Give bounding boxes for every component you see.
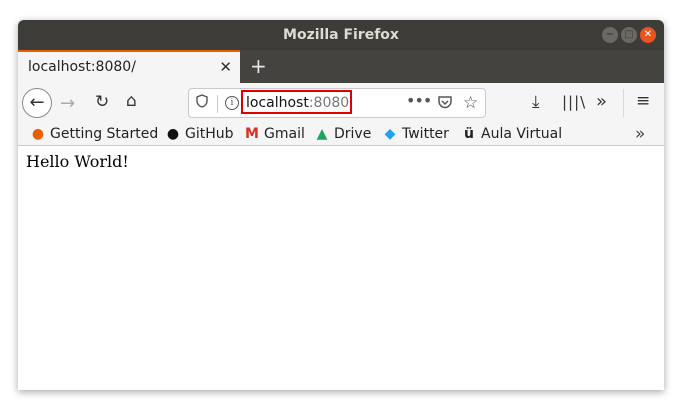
bookmark-twitter[interactable]: ◆ Twitter (382, 123, 449, 145)
tab-strip: localhost:8080/ ✕ + (18, 50, 664, 83)
gmail-icon: M (245, 126, 259, 142)
home-icon[interactable]: ⌂ (126, 91, 137, 111)
window-controls: − □ ✕ (602, 27, 656, 43)
window-title: Mozilla Firefox (283, 27, 399, 43)
tab-close-icon[interactable]: ✕ (219, 52, 232, 83)
bookmark-getting-started[interactable]: ● Getting Started (30, 123, 158, 145)
tab-localhost[interactable]: localhost:8080/ ✕ (18, 50, 240, 83)
new-tab-icon[interactable]: + (250, 50, 267, 83)
title-bar: Mozilla Firefox − □ ✕ (18, 20, 664, 50)
tab-label: localhost:8080/ (28, 59, 136, 75)
bookmark-label: Drive (334, 126, 372, 142)
bookmark-star-icon[interactable]: ☆ (463, 93, 478, 113)
bookmark-drive[interactable]: ▲ Drive (314, 123, 372, 145)
url-host: localhost (246, 95, 309, 111)
maximize-icon[interactable]: □ (621, 27, 637, 43)
bookmark-label: Gmail (264, 126, 305, 142)
navigation-toolbar: ← → ↻ ⌂ i localhost:8080 ••• ☆ ⤓ |||\ » … (18, 83, 664, 123)
toolbar-overflow-icon[interactable]: » (596, 91, 607, 112)
close-window-icon[interactable]: ✕ (640, 27, 656, 43)
url-port: :8080 (308, 95, 350, 111)
bookmark-label: Twitter (402, 126, 449, 142)
url-separator (217, 95, 218, 113)
bookmark-label: Aula Virtual (481, 126, 563, 142)
toolbar-separator (623, 89, 624, 117)
site-info-icon[interactable]: i (225, 96, 239, 110)
page-text: Hello World! (26, 152, 129, 171)
browser-window: Mozilla Firefox − □ ✕ localhost:8080/ ✕ … (18, 20, 664, 390)
aula-virtual-icon: ü (464, 126, 474, 142)
reload-icon[interactable]: ↻ (95, 92, 109, 112)
url-text[interactable]: localhost:8080 (246, 89, 349, 117)
url-bar[interactable]: i localhost:8080 ••• ☆ (188, 88, 486, 118)
drive-icon: ▲ (316, 126, 328, 142)
firefox-icon: ● (31, 126, 45, 142)
tracking-protection-icon[interactable] (196, 94, 208, 111)
library-icon[interactable]: |||\ (562, 93, 586, 111)
bookmark-gmail[interactable]: M Gmail (244, 123, 305, 145)
twitter-icon: ◆ (384, 126, 396, 142)
minimize-icon[interactable]: − (602, 27, 618, 43)
bookmarks-toolbar: ● Getting Started ● GitHub M Gmail ▲ Drive ◆… (18, 123, 664, 146)
bookmark-label: GitHub (185, 126, 234, 142)
bookmark-label: Getting Started (50, 126, 159, 142)
bookmark-github[interactable]: ● GitHub (165, 123, 234, 145)
page-content: Hello World! (18, 146, 664, 390)
pocket-icon[interactable] (437, 95, 453, 113)
github-icon: ● (166, 126, 180, 142)
bookmarks-overflow-icon[interactable]: » (635, 123, 645, 145)
bookmark-aula-virtual[interactable]: ü Aula Virtual (461, 123, 562, 145)
page-actions-icon[interactable]: ••• (406, 91, 432, 110)
forward-icon[interactable]: → (60, 93, 75, 114)
download-icon[interactable]: ⤓ (532, 92, 540, 112)
back-icon[interactable]: ← (22, 88, 52, 118)
hamburger-menu-icon[interactable]: ≡ (636, 91, 650, 111)
